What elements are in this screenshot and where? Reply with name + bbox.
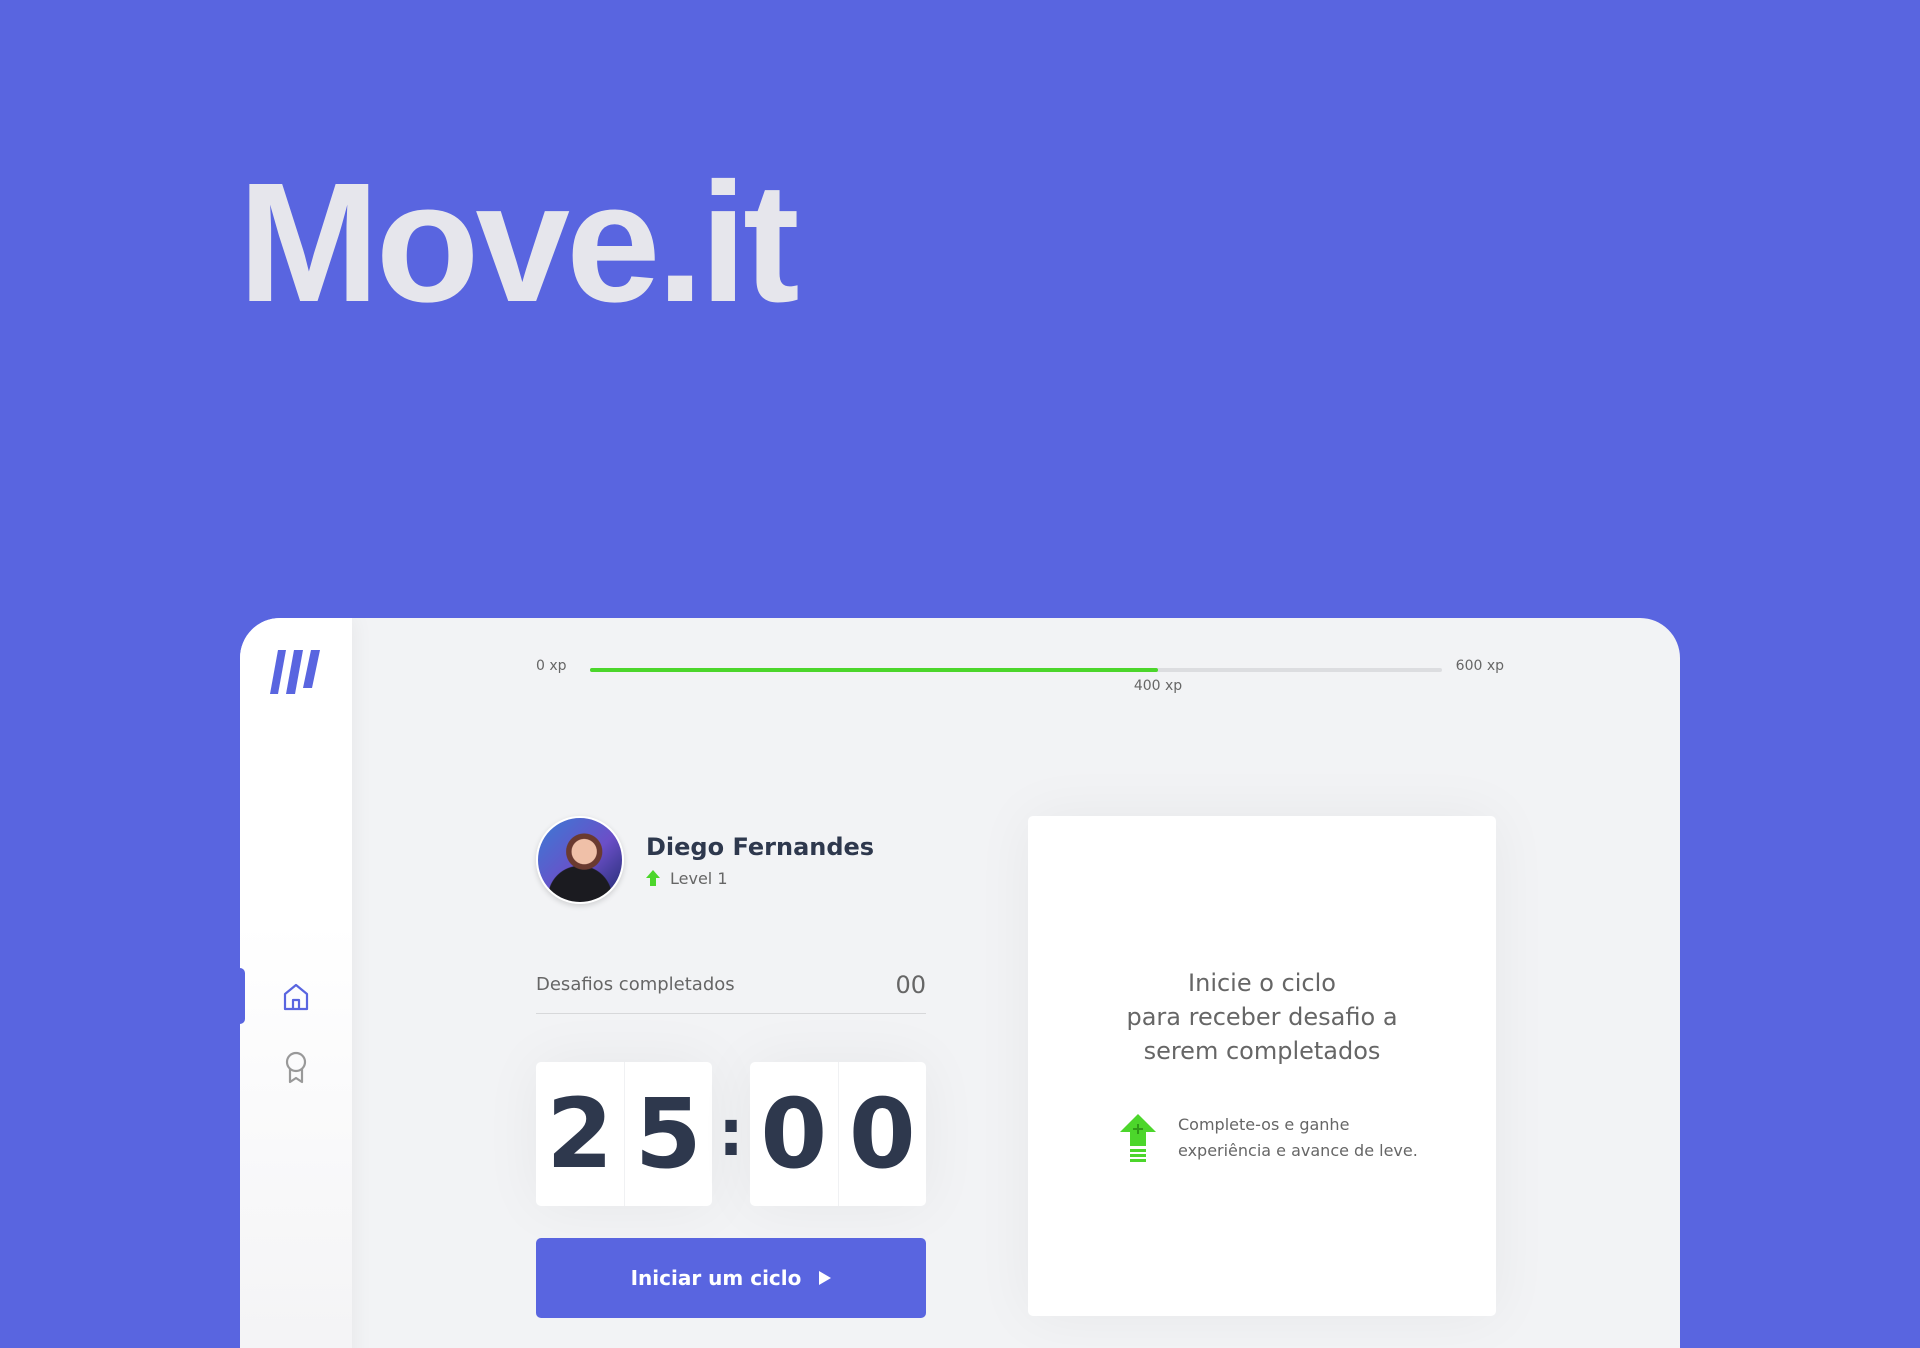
sidebar [240,618,352,1348]
countdown-separator: : [718,1097,744,1171]
profile-name: Diego Fernandes [646,832,875,861]
level-up-icon [1120,1114,1156,1162]
profile-info: Diego Fernandes Level 1 [646,833,874,888]
xp-fill [590,668,1159,672]
start-cycle-button[interactable]: Iniciar um ciclo [536,1238,926,1318]
xp-track [590,668,1442,672]
level-up-icon [646,870,660,886]
challenge-title: Inicie o ciclo para receber desafio a se… [1126,969,1398,1065]
countdown: 2 5 : 0 0 [536,1062,926,1206]
play-icon [819,1271,832,1285]
completed-challenges-count: 00 [895,970,926,999]
profile-level: Level 1 [646,869,874,888]
xp-max-label: 600 xp [1455,658,1504,674]
avatar [536,816,624,904]
countdown-digit: 0 [848,1078,916,1190]
challenge-hint: Complete-os e ganhe experiência e avance… [1120,1112,1418,1164]
countdown-digit: 5 [634,1078,702,1190]
profile-level-label: Level 1 [670,868,728,888]
start-cycle-label: Iniciar um ciclo [630,1266,802,1290]
challenge-box: Inicie o ciclo para receber desafio a se… [1028,816,1496,1316]
countdown-minutes: 2 5 [536,1062,712,1206]
xp-current-label: 400 xp [1133,678,1183,694]
profile: Diego Fernandes Level 1 [536,816,874,904]
completed-challenges: Desafios completados 00 [536,964,926,1014]
award-icon [285,1051,307,1084]
xp-min-label: 0 xp [536,658,567,674]
sidebar-item-home[interactable] [240,968,352,1026]
home-icon [283,983,309,1011]
app-window: 0 xp 400 xp 600 xp Diego Fernandes Level… [240,618,1680,1348]
countdown-digit: 0 [750,1062,839,1206]
countdown-seconds: 0 0 [750,1062,926,1206]
move-it-logo[interactable] [270,650,320,694]
hero-title: Move.it [238,148,800,338]
sidebar-item-award[interactable] [240,1042,352,1092]
challenge-hint-text: Complete-os e ganhe experiência e avance… [1178,1115,1418,1160]
completed-challenges-label: Desafios completados [536,974,735,995]
countdown-digit: 2 [536,1062,625,1206]
experience-bar: 0 xp 400 xp 600 xp [536,648,1504,698]
